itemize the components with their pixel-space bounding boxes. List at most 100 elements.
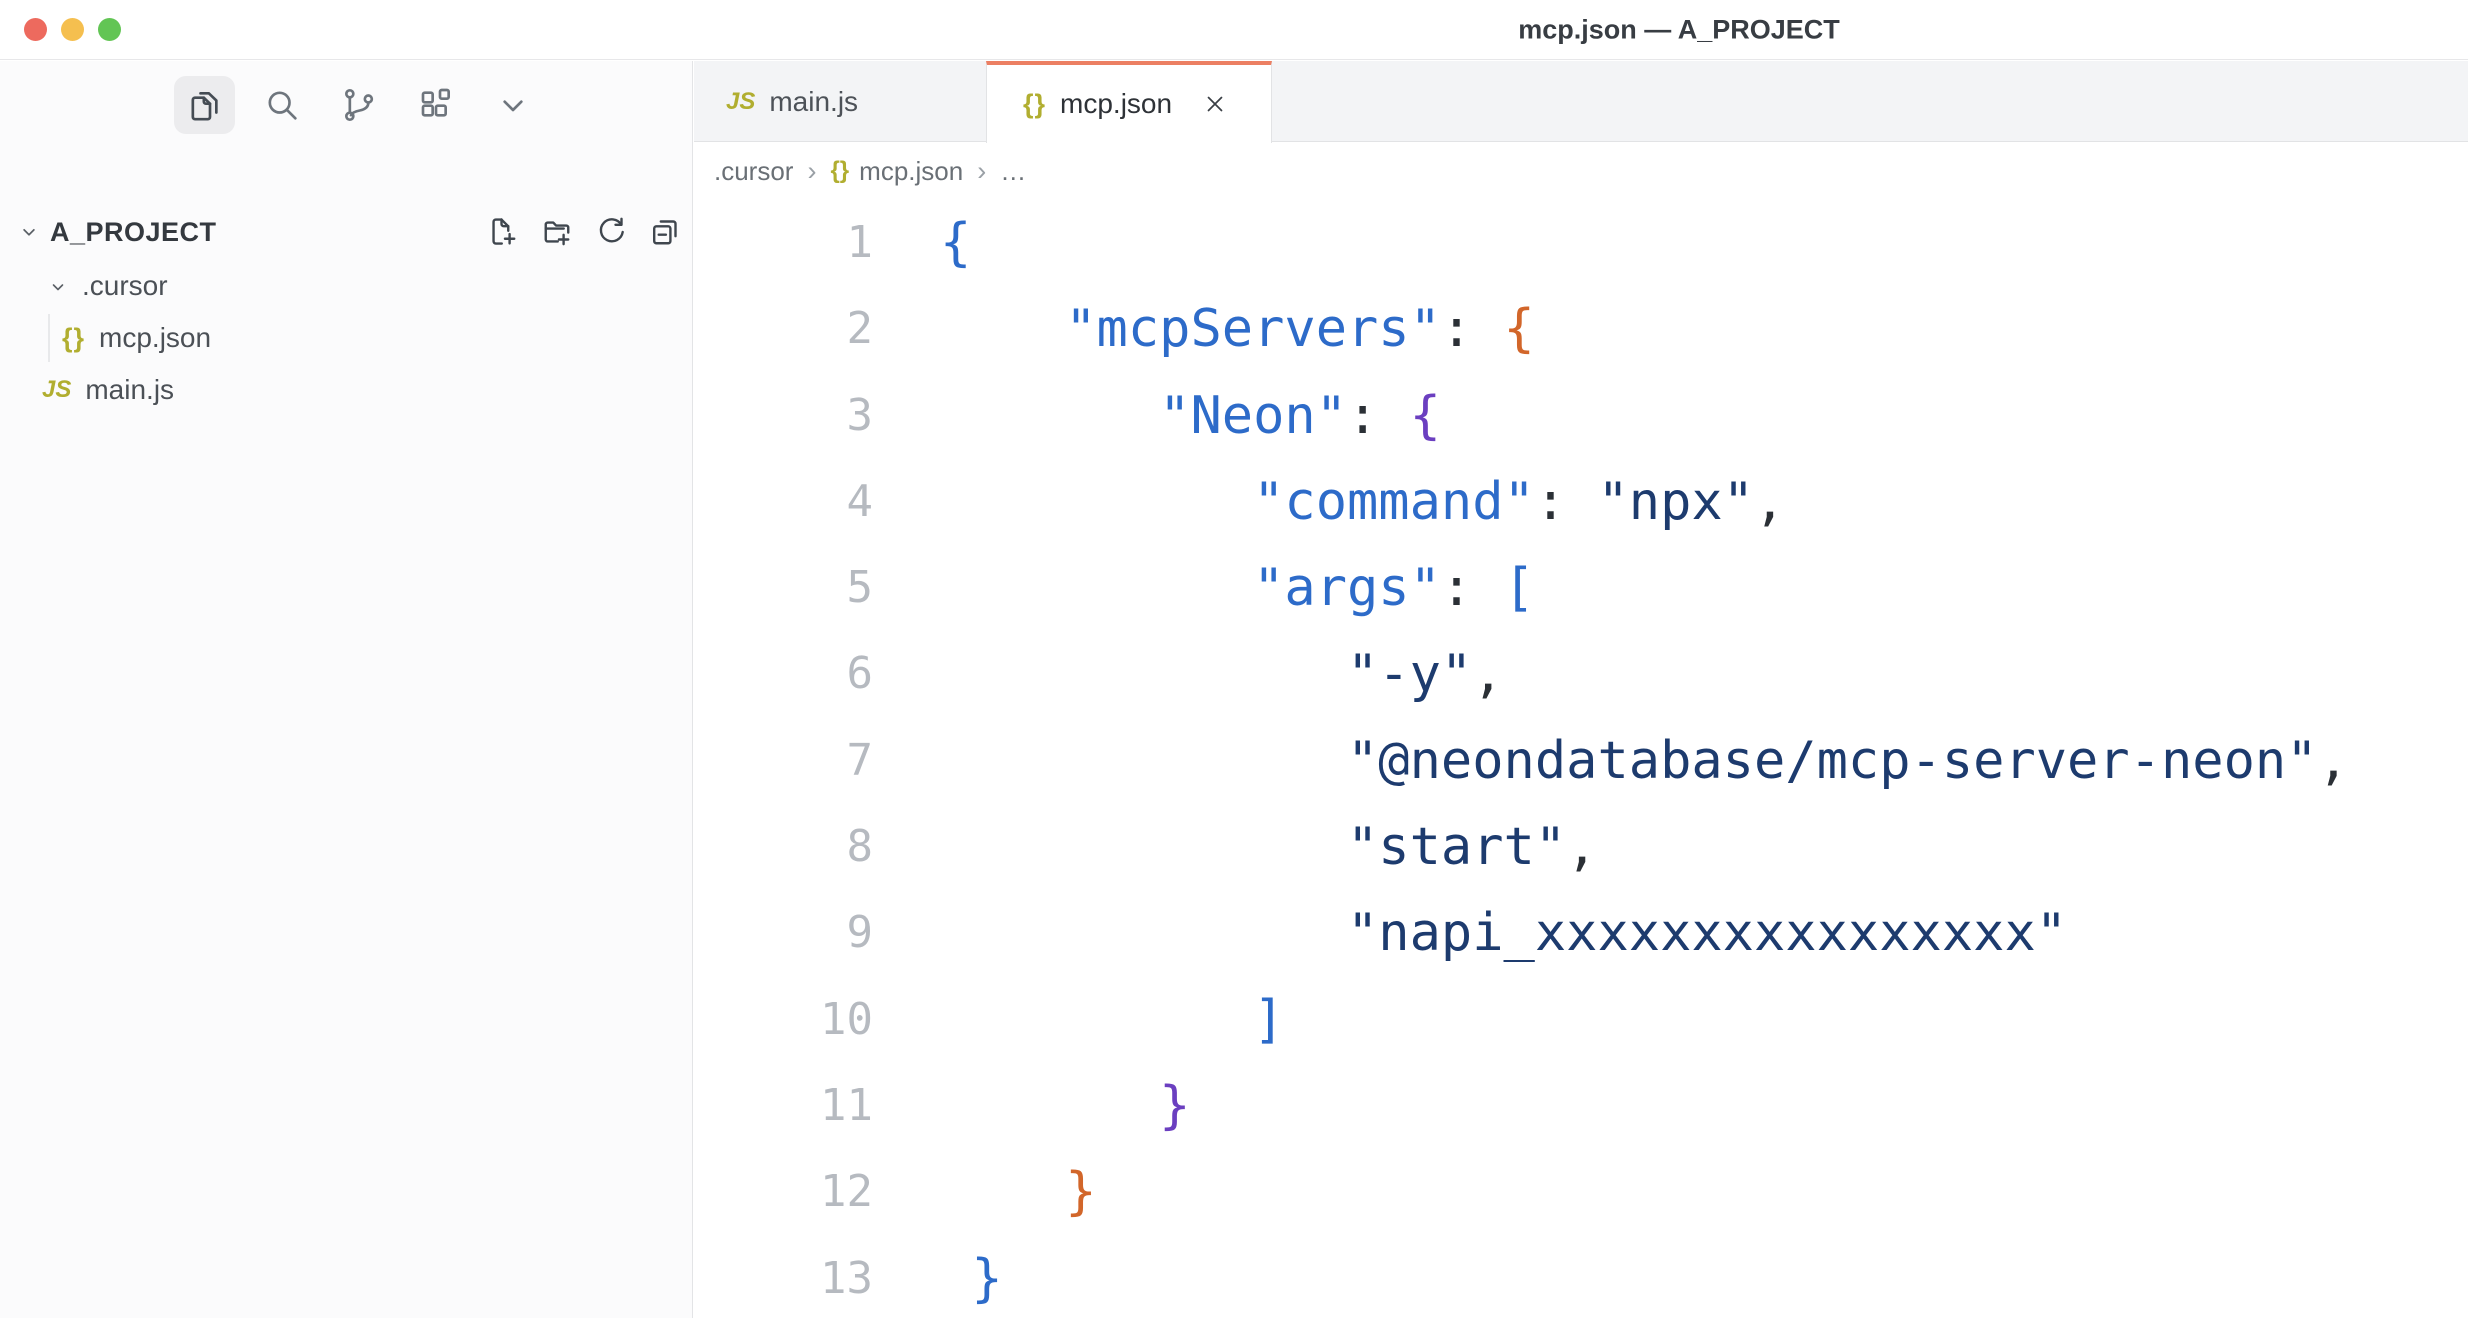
close-window-button[interactable] — [24, 18, 47, 41]
code-line-content: } — [873, 1236, 1003, 1318]
line-number: 7 — [694, 718, 873, 804]
breadcrumb-label: mcp.json — [859, 156, 963, 187]
traffic-lights — [24, 18, 121, 41]
line-number: 13 — [694, 1236, 873, 1318]
line-number: 9 — [694, 890, 873, 976]
breadcrumb-segment[interactable]: … — [1000, 156, 1026, 187]
token-b3: } — [1159, 1076, 1190, 1136]
code-line: 5 "args": [ — [694, 545, 2468, 631]
collapse-all-icon — [647, 214, 683, 250]
token-punct: : — [1347, 386, 1410, 446]
code-line-content: "mcpServers": { — [873, 286, 1535, 372]
json-file-icon: {} — [62, 323, 85, 354]
token-value: "start" — [1347, 817, 1566, 877]
token-punct: , — [1566, 817, 1597, 877]
tree-item-cursor[interactable]: .cursor — [0, 260, 693, 312]
tab-label: mcp.json — [1060, 88, 1172, 120]
token-b2: { — [1504, 299, 1535, 359]
token-key: "mcpServers" — [1065, 299, 1441, 359]
breadcrumb-separator: › — [977, 156, 986, 187]
token-value: "-y" — [1347, 644, 1472, 704]
minimize-window-button[interactable] — [61, 18, 84, 41]
token-punct: : — [1441, 299, 1504, 359]
more-button[interactable] — [482, 76, 543, 134]
line-number: 3 — [694, 373, 873, 459]
code-line-content: "args": [ — [873, 545, 1535, 631]
token-key: "args" — [1253, 558, 1441, 618]
code-line-content: "command": "npx", — [873, 459, 1785, 545]
code-line-content: "start", — [873, 804, 1597, 890]
tree-item-label: .cursor — [82, 270, 168, 302]
tab-main-js[interactable]: JSmain.js — [694, 61, 986, 142]
search-button[interactable] — [251, 76, 312, 134]
collapse-all-button[interactable] — [645, 212, 685, 252]
code-line: 2 "mcpServers": { — [694, 286, 2468, 372]
refresh-button[interactable] — [591, 212, 631, 252]
tree-item-mcp-json[interactable]: {} mcp.json — [0, 312, 693, 364]
line-number: 2 — [694, 286, 873, 372]
code-line-content: ] — [873, 977, 1284, 1063]
tab-mcp-json[interactable]: {} mcp.json — [986, 61, 1272, 143]
explorer-button[interactable] — [174, 76, 235, 134]
window-title: mcp.json — A_PROJECT — [1518, 14, 1840, 45]
tab-bar: JSmain.js {} mcp.json — [694, 61, 2468, 142]
line-number: 8 — [694, 804, 873, 890]
code-line: 10 ] — [694, 977, 2468, 1063]
search-icon — [262, 85, 302, 125]
code-line: 4 "command": "npx", — [694, 459, 2468, 545]
code-line-content: "napi_xxxxxxxxxxxxxxxx" — [873, 890, 2067, 976]
chevron-down-icon — [493, 85, 533, 125]
new-file-icon — [485, 214, 521, 250]
json-file-icon: {} — [1023, 89, 1046, 120]
extensions-icon — [416, 85, 456, 125]
git-branch-icon — [339, 85, 379, 125]
token-b1: { — [940, 213, 971, 273]
line-number: 12 — [694, 1149, 873, 1235]
js-file-icon: JS — [42, 376, 71, 404]
breadcrumb-segment[interactable]: .cursor — [714, 156, 793, 187]
token-punct: , — [2318, 731, 2349, 791]
breadcrumb-segment[interactable]: {}mcp.json — [830, 156, 963, 187]
new-folder-button[interactable] — [537, 212, 577, 252]
editor[interactable]: 1{2 "mcpServers": {3 "Neon": {4 "command… — [694, 200, 2468, 1318]
extensions-button[interactable] — [405, 76, 466, 134]
tree-item-label: main.js — [85, 374, 174, 406]
js-file-icon: JS — [726, 88, 755, 116]
code-line-content: } — [873, 1063, 1190, 1149]
chevron-down-icon — [46, 274, 70, 298]
indent-guide — [48, 314, 50, 362]
code-line: 12 } — [694, 1149, 2468, 1235]
project-root-label: A_PROJECT — [50, 217, 217, 248]
explorer-actions — [483, 212, 685, 252]
breadcrumb-separator: › — [807, 156, 816, 187]
token-value: "napi_xxxxxxxxxxxxxxxx" — [1347, 903, 2067, 963]
zoom-window-button[interactable] — [98, 18, 121, 41]
token-b1: [ — [1504, 558, 1535, 618]
token-punct: : — [1535, 472, 1598, 532]
tree-item-label: mcp.json — [99, 322, 211, 354]
token-key: "command" — [1253, 472, 1535, 532]
source-control-button[interactable] — [328, 76, 389, 134]
code-line: 1{ — [694, 200, 2468, 286]
code-line: 6 "-y", — [694, 631, 2468, 717]
token-punct: , — [1754, 472, 1785, 532]
token-value: "npx" — [1597, 472, 1754, 532]
code-line: 9 "napi_xxxxxxxxxxxxxxxx" — [694, 890, 2468, 976]
breadcrumb-label: … — [1000, 156, 1026, 187]
code-line-content: "Neon": { — [873, 373, 1441, 459]
code-line-content: } — [873, 1149, 1097, 1235]
close-tab-button[interactable] — [1198, 87, 1232, 121]
token-punct: : — [1441, 558, 1504, 618]
line-number: 5 — [694, 545, 873, 631]
token-b1: ] — [1253, 990, 1284, 1050]
line-number: 1 — [694, 200, 873, 286]
new-file-button[interactable] — [483, 212, 523, 252]
titlebar: mcp.json — A_PROJECT — [0, 0, 2468, 60]
refresh-icon — [593, 214, 629, 250]
token-key: "Neon" — [1159, 386, 1347, 446]
tree-item-main-js[interactable]: JS main.js — [0, 364, 693, 416]
editor-group: JSmain.js{}mcp.json .cursor›{}mcp.json›…… — [694, 61, 2468, 1318]
file-tree: .cursor {} mcp.json JS main.js — [0, 260, 693, 416]
line-number: 6 — [694, 631, 873, 717]
explorer-section-header[interactable]: A_PROJECT — [0, 206, 693, 258]
